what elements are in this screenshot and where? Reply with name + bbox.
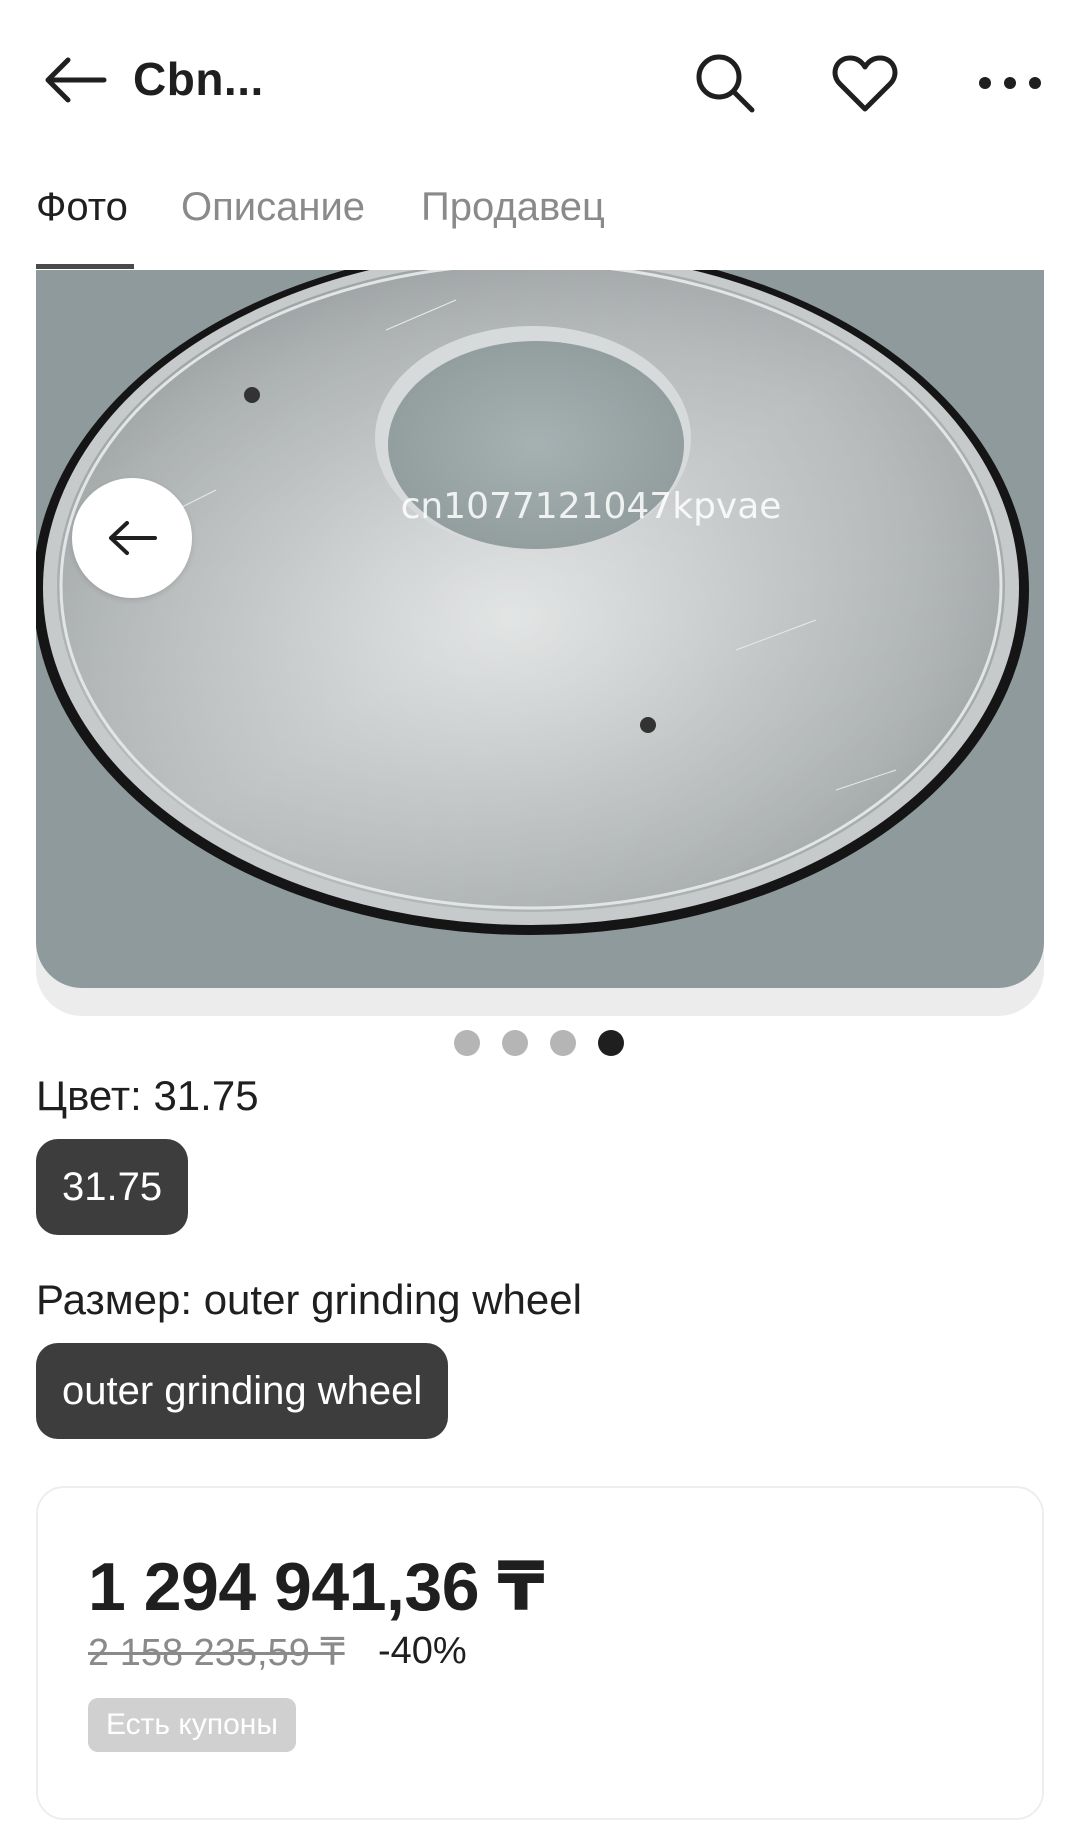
- coupon-badge[interactable]: Есть купоны: [88, 1698, 296, 1752]
- heart-icon: [832, 55, 898, 112]
- current-price: 1 294 941,36 ₸: [88, 1549, 545, 1625]
- photo-gallery[interactable]: cn1077121047kpvae: [36, 270, 1044, 1016]
- back-button[interactable]: [30, 40, 120, 120]
- search-icon: [696, 54, 755, 113]
- favorite-button[interactable]: [820, 38, 910, 128]
- tab-description[interactable]: Описание: [181, 185, 365, 230]
- price-card: 1 294 941,36 ₸ 2 158 235,59 ₸ -40% Есть …: [36, 1486, 1044, 1820]
- color-option-chip[interactable]: 31.75: [36, 1139, 189, 1235]
- pagination-dot[interactable]: [550, 1030, 576, 1056]
- color-label: Цвет: 31.75: [36, 1072, 259, 1119]
- page-title: Cbn...: [133, 53, 264, 105]
- more-dots-icon: [979, 77, 1041, 89]
- size-option-chip[interactable]: outer grinding wheel: [36, 1343, 449, 1439]
- tab-seller[interactable]: Продавец: [421, 185, 605, 230]
- size-label: Размер: outer grinding wheel: [36, 1276, 582, 1323]
- watermark-text: cn1077121047kpvae: [401, 486, 782, 527]
- tab-bar: Фото Описание Продавец: [36, 185, 1046, 270]
- top-bar: Cbn...: [0, 0, 1080, 160]
- pagination-dot[interactable]: [454, 1030, 480, 1056]
- pagination-dot[interactable]: [502, 1030, 528, 1056]
- tab-photo[interactable]: Фото: [36, 185, 128, 230]
- active-tab-indicator: [36, 264, 134, 269]
- old-price: 2 158 235,59 ₸: [88, 1632, 345, 1674]
- pagination-dot-active[interactable]: [598, 1030, 624, 1056]
- discount-badge: -40%: [378, 1630, 467, 1672]
- arrow-left-icon: [109, 521, 157, 555]
- search-button[interactable]: [680, 38, 770, 128]
- more-options-button[interactable]: [965, 38, 1055, 128]
- gallery-prev-button[interactable]: [72, 478, 192, 598]
- gallery-pagination: [454, 1030, 624, 1056]
- product-photo: cn1077121047kpvae: [36, 270, 1044, 988]
- arrow-left-icon: [45, 57, 107, 103]
